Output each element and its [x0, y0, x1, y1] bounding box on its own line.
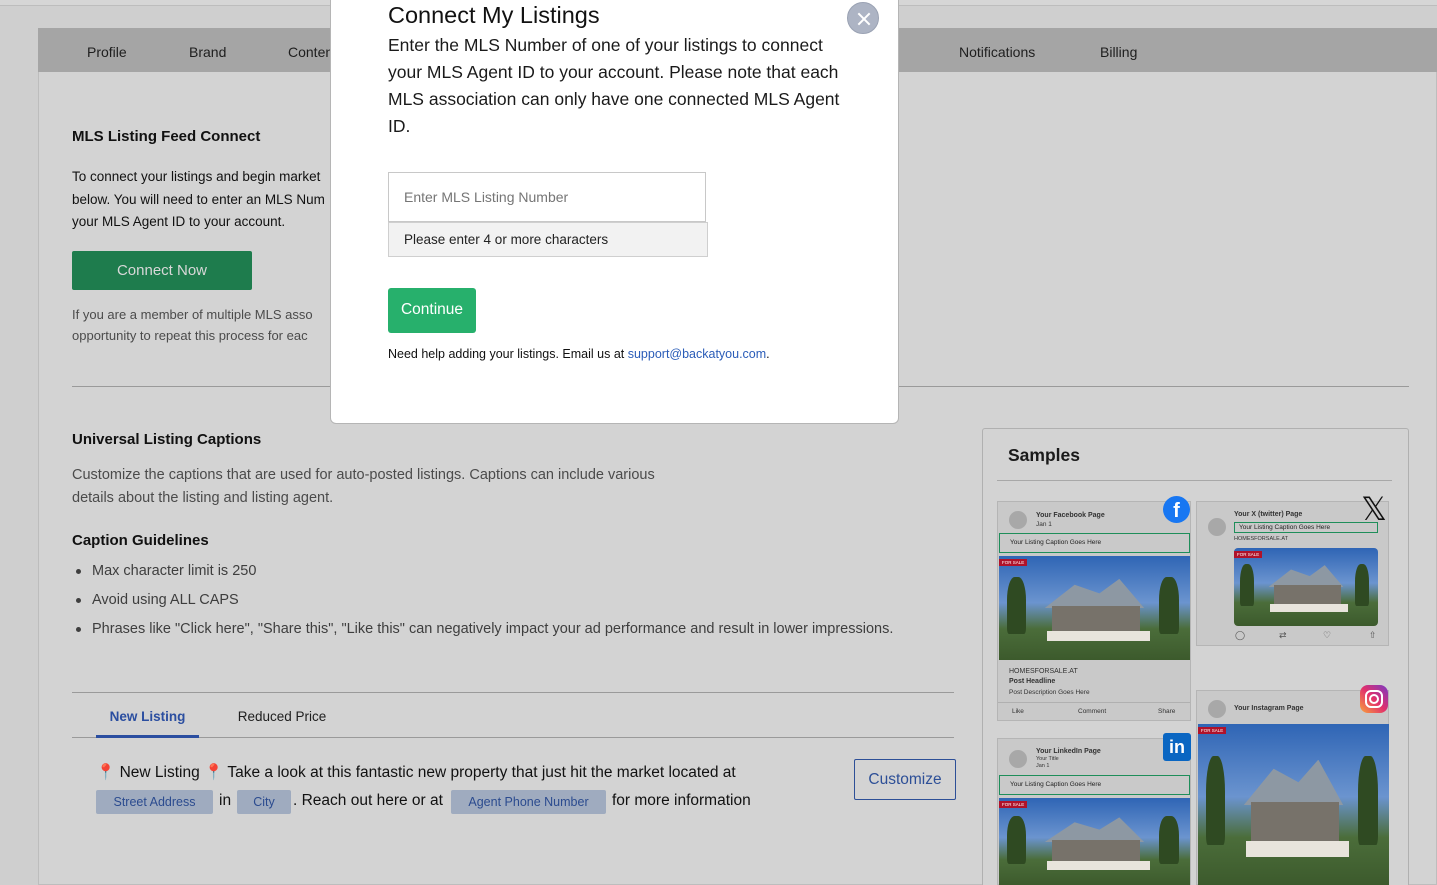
help-message: Need help adding your listings. Email us… [388, 347, 628, 361]
mls-number-input[interactable] [388, 172, 706, 222]
modal-title: Connect My Listings [388, 2, 600, 28]
continue-button[interactable]: Continue [388, 288, 476, 333]
help-period: . [766, 347, 770, 361]
support-email-link[interactable]: support@backatyou.com [628, 347, 766, 361]
modal-description: Enter the MLS Number of one of your list… [388, 35, 840, 136]
help-text: Need help adding your listings. Email us… [388, 347, 770, 361]
close-icon[interactable] [847, 2, 879, 34]
input-hint: Please enter 4 or more characters [388, 222, 708, 257]
